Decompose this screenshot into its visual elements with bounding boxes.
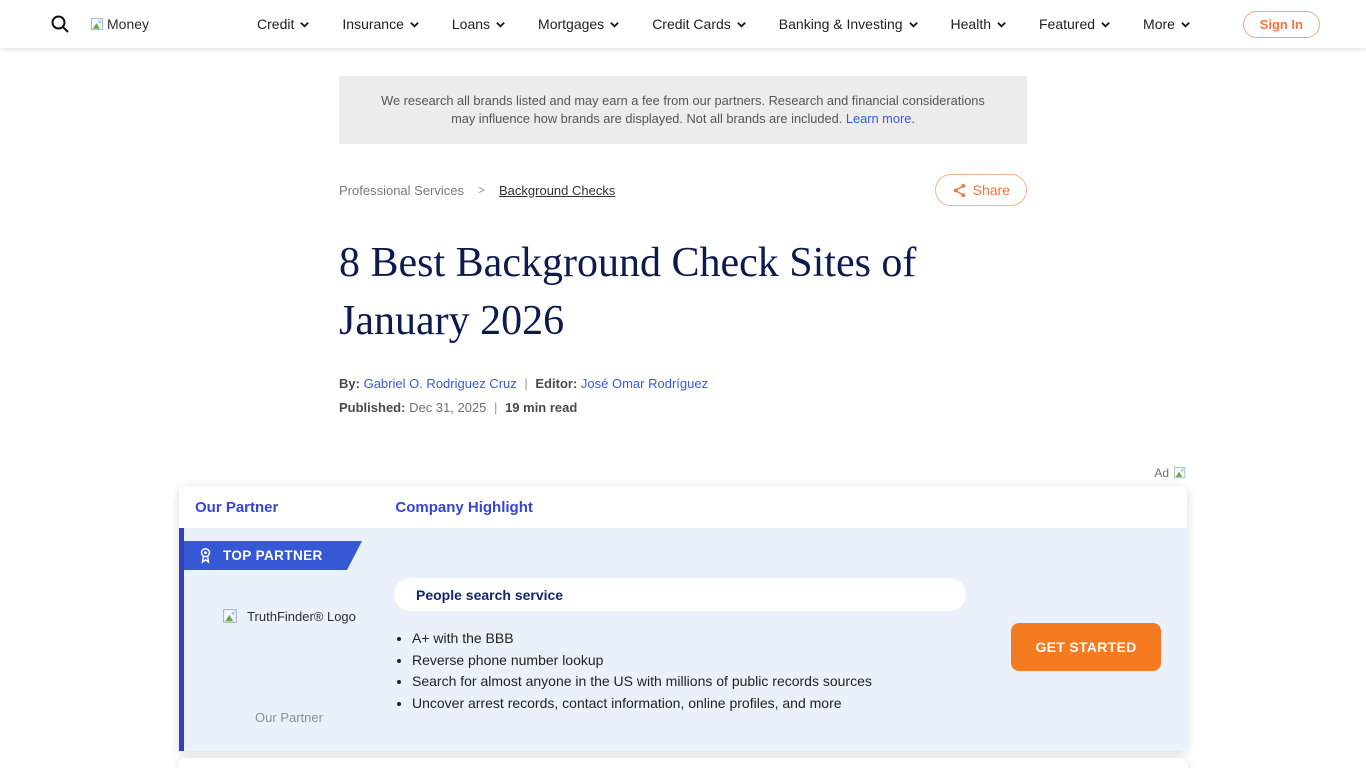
chevron-down-icon <box>495 19 506 30</box>
nav-label: Insurance <box>342 16 403 32</box>
published-row: Published: Dec 31, 2025 | 19 min read <box>339 400 1027 415</box>
partner-logo-alt-text: TruthFinder® Logo <box>247 609 356 624</box>
nav-label: More <box>1143 16 1175 32</box>
nav-item-health[interactable]: Health <box>951 16 1007 32</box>
chevron-down-icon <box>996 19 1007 30</box>
breadcrumb-chevron-icon: > <box>478 183 485 197</box>
company-highlight-column: People search service A+ with the BBB Re… <box>394 528 966 714</box>
nav-label: Credit Cards <box>652 16 731 32</box>
broken-image-icon <box>1173 466 1187 480</box>
byline-separator: | <box>520 376 531 391</box>
partner-logo-column: TruthFinder® Logo Our Partner <box>184 528 394 751</box>
share-button[interactable]: Share <box>935 174 1027 206</box>
by-label: By: <box>339 376 360 391</box>
nav-label: Health <box>951 16 991 32</box>
chevron-down-icon <box>1180 19 1191 30</box>
nav-item-credit[interactable]: Credit <box>257 16 310 32</box>
partner-card-body: TOP PARTNER TruthFinder® Logo Our Partne… <box>179 528 1187 751</box>
highlight-bullet: Uncover arrest records, contact informat… <box>412 693 966 715</box>
sign-in-button[interactable]: Sign In <box>1243 11 1320 38</box>
breadcrumb-row: Professional Services > Background Check… <box>339 174 1027 206</box>
advertiser-disclosure: We research all brands listed and may ea… <box>339 76 1027 144</box>
main-nav: Credit Insurance Loans Mortgages Credit … <box>257 16 1191 32</box>
partner-card-header: Our Partner Company Highlight <box>179 486 1187 528</box>
share-label: Share <box>973 182 1010 198</box>
chevron-down-icon <box>1100 19 1111 30</box>
broken-image-icon <box>90 17 105 32</box>
money-logo[interactable]: Money <box>90 16 149 32</box>
chevron-down-icon <box>736 19 747 30</box>
published-date: Dec 31, 2025 <box>409 400 486 415</box>
chevron-down-icon <box>609 19 620 30</box>
search-icon[interactable] <box>50 13 72 35</box>
chevron-down-icon <box>908 19 919 30</box>
get-started-button[interactable]: GET STARTED <box>1011 623 1161 671</box>
nav-item-more[interactable]: More <box>1143 16 1191 32</box>
nav-label: Mortgages <box>538 16 604 32</box>
nav-item-insurance[interactable]: Insurance <box>342 16 419 32</box>
highlight-bullet-list: A+ with the BBB Reverse phone number loo… <box>394 628 966 714</box>
editor-link[interactable]: José Omar Rodríguez <box>581 376 708 391</box>
ad-label: Ad <box>1154 466 1169 480</box>
broken-image-icon <box>222 608 239 625</box>
breadcrumb: Professional Services > Background Check… <box>339 183 615 198</box>
nav-item-featured[interactable]: Featured <box>1039 16 1111 32</box>
read-time: 19 min read <box>505 400 577 415</box>
nav-item-credit-cards[interactable]: Credit Cards <box>652 16 747 32</box>
top-navigation-bar: Money Credit Insurance Loans Mortgages C… <box>0 0 1366 48</box>
editor-label: Editor: <box>535 376 577 391</box>
our-partner-caption: Our Partner <box>255 710 323 725</box>
logo-alt-text: Money <box>107 16 149 32</box>
company-highlight-column-header: Company Highlight <box>395 499 533 516</box>
byline: By: Gabriel O. Rodriguez Cruz | Editor: … <box>339 376 1027 415</box>
nav-label: Featured <box>1039 16 1095 32</box>
disclosure-period: . <box>911 111 915 126</box>
highlight-bullet: A+ with the BBB <box>412 628 966 650</box>
chevron-down-icon <box>299 19 310 30</box>
chevron-down-icon <box>409 19 420 30</box>
top-partner-card: Our Partner Company Highlight TOP PARTNE… <box>179 486 1187 751</box>
nav-label: Credit <box>257 16 294 32</box>
ad-label-row: Ad <box>179 465 1187 481</box>
nav-label: Banking & Investing <box>779 16 903 32</box>
nav-item-loans[interactable]: Loans <box>452 16 506 32</box>
breadcrumb-current[interactable]: Background Checks <box>499 183 615 198</box>
breadcrumb-parent[interactable]: Professional Services <box>339 183 464 198</box>
author-link[interactable]: Gabriel O. Rodriguez Cruz <box>364 376 517 391</box>
nav-item-mortgages[interactable]: Mortgages <box>538 16 620 32</box>
partner-logo[interactable]: TruthFinder® Logo <box>222 608 356 625</box>
our-partner-column-header: Our Partner <box>195 499 278 516</box>
highlight-bullet: Reverse phone number lookup <box>412 650 966 672</box>
published-separator: | <box>490 400 501 415</box>
learn-more-link[interactable]: Learn more <box>846 111 911 126</box>
next-partner-card-stub <box>178 758 1188 768</box>
nav-item-banking-investing[interactable]: Banking & Investing <box>779 16 919 32</box>
highlight-bullet: Search for almost anyone in the US with … <box>412 671 966 693</box>
page-title: 8 Best Background Check Sites of January… <box>339 234 1027 350</box>
share-icon <box>952 183 967 198</box>
service-category-pill: People search service <box>394 578 966 611</box>
nav-label: Loans <box>452 16 490 32</box>
published-label: Published: <box>339 400 405 415</box>
author-row: By: Gabriel O. Rodriguez Cruz | Editor: … <box>339 376 1027 391</box>
